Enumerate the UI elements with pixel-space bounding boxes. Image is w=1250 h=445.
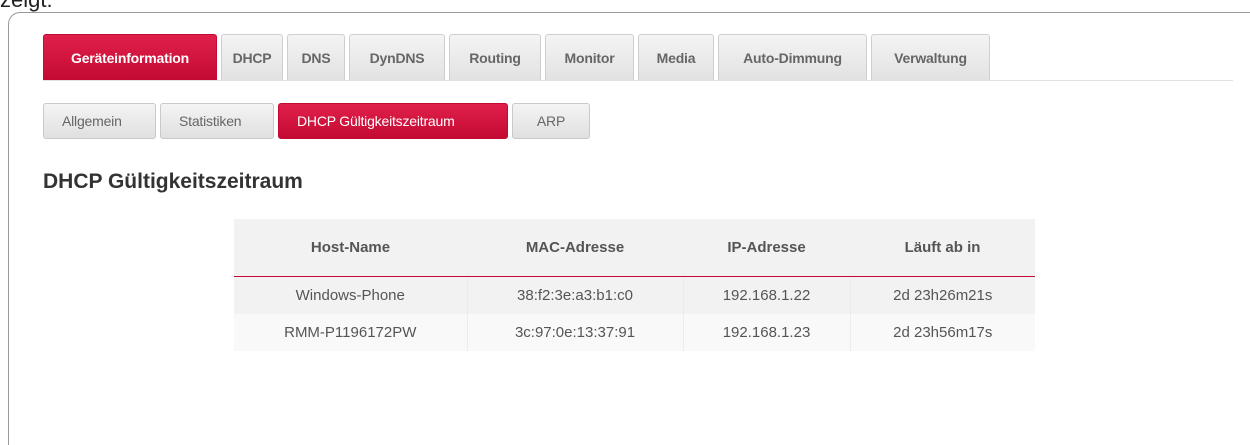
cell-host-name: RMM-P1196172PW xyxy=(234,314,468,351)
table-row: RMM-P1196172PW 3c:97:0e:13:37:91 192.168… xyxy=(234,314,1035,351)
page-title: DHCP Gültigkeitszeitraum xyxy=(43,170,303,193)
subtab-arp[interactable]: ARP xyxy=(512,103,590,139)
tab-media[interactable]: Media xyxy=(638,34,714,80)
tab-bar-divider xyxy=(43,80,1233,81)
subtab-dhcp-gueltigkeitszeitraum[interactable]: DHCP Gültigkeitszeitraum xyxy=(278,103,508,139)
table-header-row: Host-Name MAC-Adresse IP-Adresse Läuft a… xyxy=(234,219,1035,277)
tab-auto-dimmung[interactable]: Auto-Dimmung xyxy=(718,34,867,80)
sub-tab-bar: Allgemein Statistiken DHCP Gültigkeitsze… xyxy=(43,103,594,139)
cell-ip-address: 192.168.1.23 xyxy=(683,314,851,351)
tab-dns[interactable]: DNS xyxy=(287,34,345,80)
subtab-statistiken[interactable]: Statistiken xyxy=(160,103,274,139)
cell-expires-in: 2d 23h56m17s xyxy=(850,314,1035,351)
cell-ip-address: 192.168.1.22 xyxy=(683,276,851,314)
tab-geraeteinformation[interactable]: Geräteinformation xyxy=(43,34,217,80)
column-header-ip-address[interactable]: IP-Adresse xyxy=(683,219,850,277)
subtab-allgemein[interactable]: Allgemein xyxy=(43,103,156,139)
cell-mac-address: 3c:97:0e:13:37:91 xyxy=(467,314,684,351)
tab-dhcp[interactable]: DHCP xyxy=(221,34,283,80)
cell-host-name: Windows-Phone xyxy=(234,276,468,314)
table-row: Windows-Phone 38:f2:3e:a3:b1:c0 192.168.… xyxy=(234,276,1035,314)
main-tab-bar: Geräteinformation DHCP DNS DynDNS Routin… xyxy=(43,32,994,80)
cell-mac-address: 38:f2:3e:a3:b1:c0 xyxy=(467,276,684,314)
page: zeigt: Geräteinformation DHCP DNS DynDNS… xyxy=(0,0,1250,445)
cell-expires-in: 2d 23h26m21s xyxy=(850,276,1035,314)
tab-monitor[interactable]: Monitor xyxy=(545,34,634,80)
column-header-expires-in[interactable]: Läuft ab in xyxy=(850,219,1035,277)
tab-verwaltung[interactable]: Verwaltung xyxy=(871,34,990,80)
column-header-host-name[interactable]: Host-Name xyxy=(234,219,467,277)
tab-dyndns[interactable]: DynDNS xyxy=(349,34,445,80)
column-header-mac-address[interactable]: MAC-Adresse xyxy=(467,219,683,277)
tab-routing[interactable]: Routing xyxy=(449,34,541,80)
dhcp-lease-table: Host-Name MAC-Adresse IP-Adresse Läuft a… xyxy=(234,219,1035,351)
